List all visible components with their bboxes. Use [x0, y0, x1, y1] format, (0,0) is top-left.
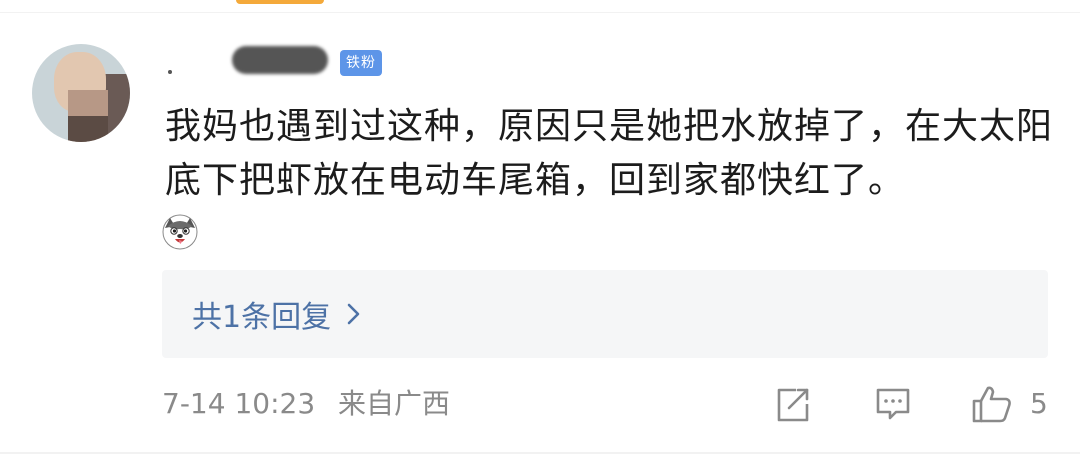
share-icon[interactable] — [774, 384, 812, 424]
username-redacted[interactable] — [232, 46, 328, 74]
location: 来自广西 — [338, 387, 451, 420]
comment-icon[interactable] — [874, 384, 912, 424]
top-accent-bar — [236, 0, 324, 4]
view-replies-button[interactable]: 共1条回复 — [192, 270, 363, 358]
top-divider — [0, 12, 1080, 13]
comment-text: 我妈也遇到过这种，原因只是她把水放掉了，在大太阳底下把虾放在电动车尾箱，回到家都… — [165, 106, 1054, 201]
comment-card: 铁粉 我妈也遇到过这种，原因只是她把水放掉了，在大太阳底下把虾放在电动车尾箱，回… — [0, 0, 1080, 454]
replies-label: 共1条回复 — [192, 300, 332, 335]
avatar[interactable] — [32, 44, 130, 142]
like-count: 5 — [1030, 387, 1048, 420]
timestamp: 7-14 10:23 — [162, 387, 316, 420]
replies-panel: 共1条回复 — [162, 270, 1048, 358]
dog-face-emoji-icon — [162, 214, 198, 250]
like-thumbs-up-icon[interactable] — [970, 384, 1014, 424]
comment-meta: 7-14 10:23 来自广西 — [162, 384, 450, 424]
username-dot — [168, 70, 172, 74]
fan-badge: 铁粉 — [340, 50, 382, 76]
chevron-right-icon — [347, 303, 360, 325]
